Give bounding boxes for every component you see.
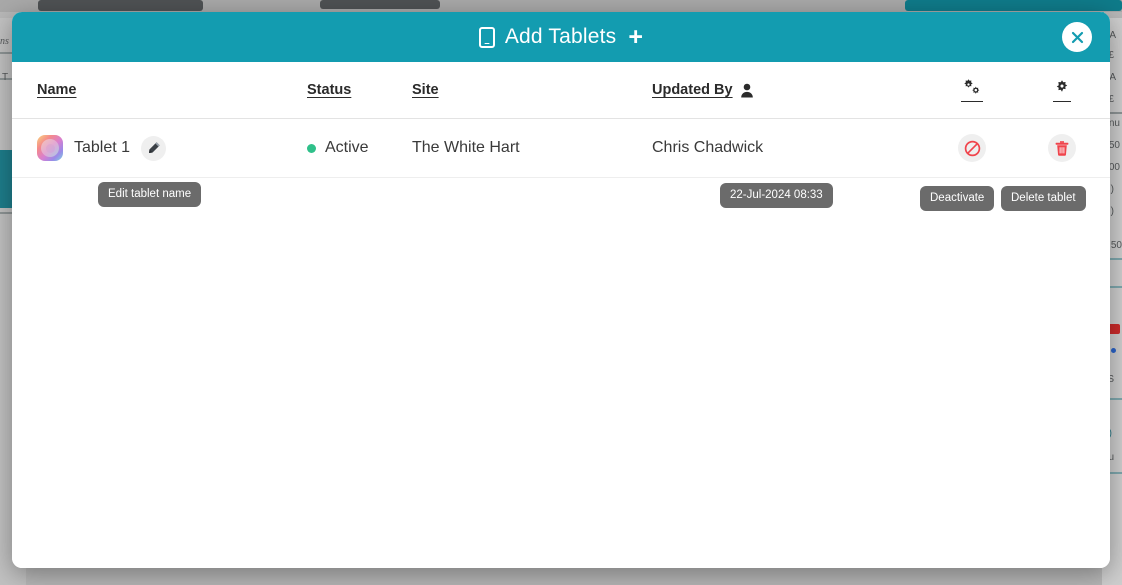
column-header-updated-by-label: Updated By xyxy=(652,82,733,98)
pencil-icon xyxy=(148,142,160,153)
backdrop-blue-marker xyxy=(1111,348,1116,353)
close-button[interactable] xyxy=(1062,22,1092,52)
backdrop-chip-2 xyxy=(320,0,440,9)
backdrop-text-right-3: A xyxy=(1109,72,1116,83)
cell-site: The White Hart xyxy=(412,139,520,156)
column-header-deactivate-actions[interactable] xyxy=(927,78,1017,102)
column-header-status[interactable]: Status xyxy=(307,82,412,98)
tablet-icon xyxy=(478,26,495,48)
tablet-thumbnail-icon xyxy=(37,135,63,161)
cell-deactivate xyxy=(927,134,1017,162)
tablets-table: Name Status Site Updated By Tablet 1 Act… xyxy=(12,62,1110,568)
deactivate-tablet-button[interactable] xyxy=(958,134,986,162)
gear-icon xyxy=(1053,79,1071,102)
backdrop-chip-3 xyxy=(905,0,1122,11)
cell-delete xyxy=(1017,134,1107,162)
backdrop-text-right-7: 00 xyxy=(1108,162,1120,173)
modal-title-text: Add Tablets xyxy=(504,25,617,48)
table-header-row: Name Status Site Updated By xyxy=(12,62,1110,119)
column-header-site-label: Site xyxy=(412,82,439,98)
edit-tablet-name-button[interactable] xyxy=(141,135,167,161)
trash-icon xyxy=(1055,140,1069,156)
cell-status: Active xyxy=(307,139,412,157)
column-header-status-label: Status xyxy=(307,82,352,98)
status-text: Active xyxy=(325,139,369,156)
tooltip-delete-tablet: Delete tablet xyxy=(1001,186,1086,211)
add-tablets-modal: Add Tablets + Name Status Site Updated B… xyxy=(12,12,1110,568)
status-dot xyxy=(307,143,316,153)
backdrop-text-right-8: ) xyxy=(1110,184,1114,195)
backdrop-text-right-5: nu xyxy=(1108,118,1120,129)
column-header-delete-actions[interactable] xyxy=(1017,79,1107,102)
tablet-name-text: Tablet 1 xyxy=(74,139,131,156)
cell-updated-by: Chris Chadwick xyxy=(652,139,764,156)
tooltip-updated-timestamp: 22-Jul-2024 08:33 xyxy=(720,183,833,208)
tablet-thumbnail-core xyxy=(45,143,55,153)
backdrop-text-right-6: 50 xyxy=(1108,140,1120,151)
person-icon xyxy=(740,83,754,98)
delete-tablet-button[interactable] xyxy=(1048,134,1076,162)
close-icon xyxy=(1071,31,1083,43)
backdrop-text-right-1: A xyxy=(1109,30,1116,41)
backdrop-text-right-9: ) xyxy=(1110,206,1114,217)
cell-name: Tablet 1 xyxy=(37,135,307,161)
backdrop-text-left-1: ns xyxy=(0,36,9,47)
tooltip-deactivate: Deactivate xyxy=(920,186,995,211)
ban-icon xyxy=(964,140,980,156)
column-header-updated-by[interactable]: Updated By xyxy=(652,82,927,98)
column-header-site[interactable]: Site xyxy=(412,82,652,98)
backdrop-chip-1 xyxy=(38,0,203,11)
backdrop-text-left-2: T xyxy=(2,72,9,83)
tooltip-edit-tablet-name: Edit tablet name xyxy=(98,182,202,207)
modal-header: Add Tablets + xyxy=(12,12,1110,62)
modal-title: Add Tablets + xyxy=(478,22,644,51)
column-header-name[interactable]: Name xyxy=(37,82,307,98)
backdrop-text-right-10: 50 xyxy=(1110,240,1122,251)
plus-icon: + xyxy=(628,22,644,51)
column-header-name-label: Name xyxy=(37,82,77,98)
table-row: Tablet 1 Active The White Hart Chris Cha… xyxy=(12,119,1110,178)
gears-icon xyxy=(961,78,983,102)
tablet-thumbnail-inner xyxy=(41,139,59,157)
